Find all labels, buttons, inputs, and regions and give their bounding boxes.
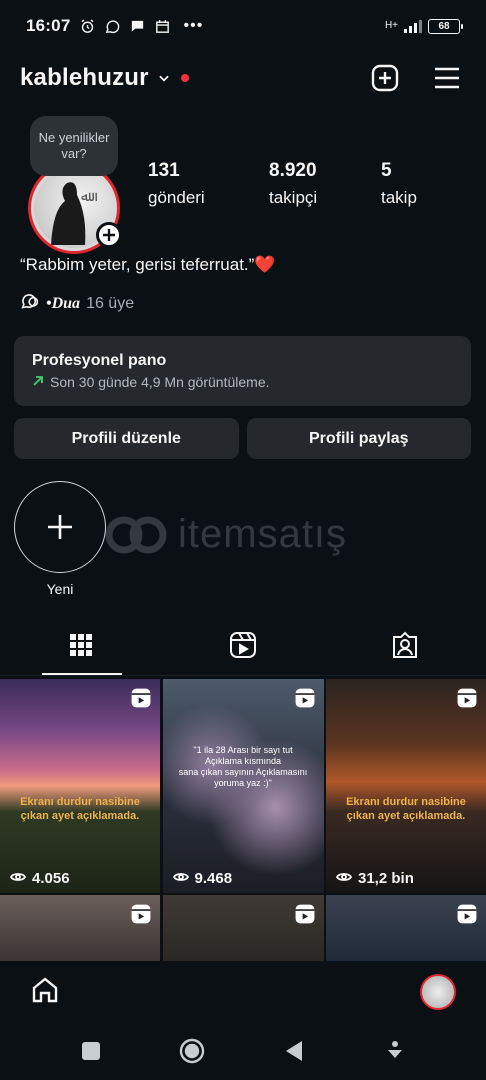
share-profile-button[interactable]: Profili paylaş — [246, 418, 471, 459]
post-views: 9.468 — [172, 870, 233, 887]
menu-icon[interactable] — [432, 63, 462, 93]
edit-profile-button[interactable]: Profili düzenle — [14, 418, 239, 459]
status-time: 16:07 — [26, 16, 71, 35]
home-circle-icon[interactable] — [179, 1038, 205, 1064]
add-story-button[interactable] — [96, 222, 122, 248]
tab-reels[interactable] — [162, 620, 324, 675]
followers-count: 8.920 — [269, 160, 317, 181]
following-count: 5 — [381, 160, 392, 181]
reel-icon — [456, 687, 478, 709]
battery-icon: 68 — [428, 18, 463, 34]
professional-dashboard[interactable]: Profesyonel pano Son 30 günde 4,9 Mn gör… — [14, 336, 471, 406]
bottom-navigation — [0, 963, 486, 1021]
chat-icon — [128, 17, 146, 35]
followers-label: takipçi — [269, 188, 318, 207]
posts-stat[interactable]: 131 gönderi — [148, 160, 269, 208]
eye-icon — [335, 870, 353, 887]
followers-stat[interactable]: 8.920 takipçi — [269, 160, 381, 208]
system-navigation — [0, 1021, 486, 1080]
alarm-icon — [78, 17, 96, 35]
reel-icon — [294, 903, 316, 925]
create-post-icon[interactable] — [370, 63, 400, 93]
new-highlight-label: Yeni — [46, 581, 74, 597]
channel-name: •Dua — [46, 294, 81, 312]
following-stat[interactable]: 5 takip — [381, 160, 417, 208]
eye-icon — [9, 870, 27, 887]
tab-tagged[interactable] — [324, 620, 486, 675]
svg-text:ﷲ: ﷲ — [81, 189, 97, 205]
account-switcher[interactable]: kablehuzur — [20, 64, 149, 92]
reel-icon — [294, 687, 316, 709]
broadcast-channel[interactable]: •Dua 16 üye — [20, 292, 134, 315]
posts-count: 131 — [148, 160, 180, 181]
post-tile[interactable]: Ekranı durdur nasibine çıkan ayet açıkla… — [326, 679, 486, 893]
reel-icon — [130, 903, 152, 925]
status-notification-icons — [78, 17, 171, 35]
network-type: H+ — [384, 20, 398, 31]
reels-icon — [229, 631, 257, 664]
reel-icon — [130, 687, 152, 709]
post-tile[interactable]: "1 ila 28 Arası bir sayı tut Açıklama kı… — [162, 679, 324, 893]
heart-emoji: ❤️ — [254, 255, 276, 274]
bio-text: “Rabbim yeter, gerisi teferruat.” — [20, 255, 255, 274]
following-label: takip — [381, 188, 417, 207]
chevron-down-icon[interactable] — [157, 71, 171, 85]
post-caption: Ekranı durdur nasibine çıkan ayet açıkla… — [346, 796, 466, 822]
more-notifications-icon: ••• — [183, 17, 204, 34]
dashboard-subtitle: Son 30 günde 4,9 Mn görüntüleme. — [32, 374, 453, 390]
reel-icon — [456, 903, 478, 925]
hide-nav-icon[interactable] — [382, 1038, 408, 1064]
post-views-count: 31,2 bin — [358, 870, 414, 887]
post-tile[interactable] — [326, 895, 486, 961]
calendar-icon — [153, 17, 171, 35]
posts-grid: Ekranı durdur nasibine çıkan ayet açıkla… — [0, 679, 486, 961]
recents-icon[interactable] — [78, 1038, 104, 1064]
posts-label: gönderi — [148, 188, 205, 207]
post-tile[interactable]: Ekranı durdur nasibine çıkan ayet açıkla… — [0, 679, 160, 893]
watermark: itemsatış — [104, 512, 347, 557]
channel-icon — [20, 292, 40, 315]
notification-dot — [180, 74, 189, 82]
profile-tabs — [0, 620, 486, 676]
post-views: 4.056 — [9, 870, 70, 887]
post-views-count: 9.468 — [194, 870, 233, 887]
home-icon[interactable] — [30, 975, 60, 1010]
profile-tab-avatar[interactable] — [420, 974, 456, 1010]
post-caption: "1 ila 28 Arası bir sayı tut Açıklama kı… — [178, 745, 308, 788]
post-views-count: 4.056 — [32, 870, 70, 887]
status-bar: 16:07 ••• H+ 68 — [0, 0, 486, 52]
dashboard-title: Profesyonel pano — [32, 352, 167, 369]
whatsapp-icon — [103, 17, 121, 35]
tab-grid[interactable] — [0, 620, 162, 675]
post-caption: Ekranı durdur nasibine çıkan ayet açıkla… — [20, 796, 140, 822]
status-right: H+ 68 — [384, 18, 463, 34]
eye-icon — [172, 870, 189, 887]
signal-icon — [404, 19, 422, 33]
watermark-text: itemsatış — [178, 512, 348, 556]
tagged-icon — [391, 631, 419, 664]
profile-stats: 131 gönderi 8.920 takipçi 5 takip — [148, 160, 417, 208]
profile-actions: Profili düzenle Profili paylaş — [14, 418, 471, 459]
post-tile[interactable] — [162, 895, 324, 961]
new-highlight-circle[interactable] — [14, 481, 106, 573]
post-tile[interactable] — [0, 895, 160, 961]
trend-up-icon — [32, 374, 44, 390]
channel-members: 16 üye — [86, 294, 135, 312]
note-bubble[interactable]: Ne yenilikler var? — [30, 116, 118, 176]
back-icon[interactable] — [281, 1038, 307, 1064]
new-highlight[interactable]: Yeni — [14, 481, 106, 597]
post-views: 31,2 bin — [335, 870, 414, 887]
profile-bio: “Rabbim yeter, gerisi teferruat.”❤️ — [20, 255, 275, 275]
dashboard-subtitle-text: Son 30 günde 4,9 Mn görüntüleme. — [50, 374, 270, 390]
profile-header: kablehuzur — [20, 56, 462, 100]
grid-icon — [69, 633, 93, 662]
